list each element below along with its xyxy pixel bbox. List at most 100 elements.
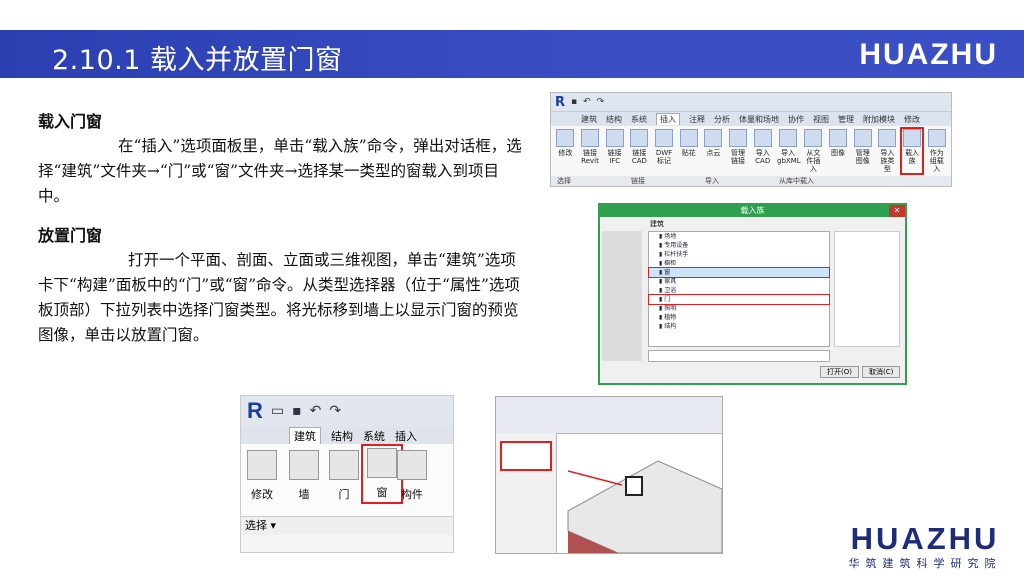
places-bar — [602, 231, 642, 361]
revit-logo-icon: R — [555, 94, 566, 110]
ribbon-button: 贴花 — [678, 129, 699, 173]
ribbon-tab: 分析 — [714, 114, 730, 124]
ribbon-tab: 建筑 — [581, 114, 597, 124]
preview-pane — [834, 231, 900, 347]
ribbon-button-label: 链接IFC — [607, 149, 622, 165]
ribbon-button-label: 贴花 — [681, 149, 696, 157]
ribbon-button-label: 载入族 — [905, 149, 920, 165]
file-list: ▮ 场地 ▮ 专用设备 ▮ 栏杆扶手 ▮ 橱柜 ▮ 窗 ▮ 家具 ▮ 卫浴 ▮ 门 ▮ 照明 ▮ … — [648, 231, 830, 347]
ribbon-button-icon — [655, 129, 674, 147]
ribbon-tab: 建筑 — [289, 427, 321, 444]
ribbon-button: 导入族类型 — [877, 129, 898, 173]
ribbon-tab: 系统 — [363, 430, 385, 443]
ribbon-tab: 结构 — [606, 114, 622, 124]
ribbon-button: 墙 — [289, 450, 319, 502]
ribbon-button-label: 点云 — [706, 149, 721, 157]
ribbon-button-icon — [367, 448, 397, 478]
ribbon-button-icon — [581, 129, 599, 147]
ribbon-button-icon — [804, 129, 823, 147]
ribbon-tab: 插入 — [395, 430, 417, 443]
load-family-dialog-screenshot: 载入族 ✕ 建筑 ▮ 场地 ▮ 专用设备 ▮ 栏杆扶手 ▮ 橱柜 ▮ 窗 ▮ 家具 ▮ 卫浴… — [598, 203, 907, 385]
ribbon-button-label: 图像 — [831, 149, 846, 157]
ribbon-button-icon — [927, 129, 946, 147]
ribbon-button: 载入族 — [899, 127, 925, 175]
ribbon-button-label: 作为组载入 — [929, 149, 944, 173]
ribbon-button-icon — [289, 450, 319, 480]
ribbon-button-icon — [247, 450, 277, 480]
ribbon-button-label: 导入CAD — [755, 149, 771, 165]
section-body: 打开一个平面、剖面、立面或三维视图，单击“建筑”选项卡下“构建”面板中的“门”或… — [38, 251, 520, 344]
ribbon-button-icon — [605, 129, 624, 147]
dialog-title: 载入族 ✕ — [600, 205, 905, 217]
title-bar: 2.10.1 载入并放置门窗 HUAZHU — [0, 30, 1024, 78]
ribbon-button-icon — [829, 129, 848, 147]
page-title: 2.10.1 载入并放置门窗 — [52, 45, 343, 76]
ribbon-tab: 注释 — [689, 114, 705, 124]
ribbon-button: 修改 — [555, 129, 576, 173]
ribbon-button-icon — [679, 129, 698, 147]
select-label: 选择 — [245, 519, 267, 532]
ribbon-button-label: 从文件插入 — [806, 149, 821, 173]
wall-3d-view — [567, 460, 722, 553]
ribbon-group-label: 从库中载入 — [779, 177, 814, 185]
file-name-input — [648, 350, 830, 362]
ribbon-button: 作为组载入 — [926, 129, 947, 173]
ribbon-button-icon — [329, 450, 359, 480]
ribbon-button-icon — [397, 450, 427, 480]
ribbon-button-icon — [878, 129, 897, 147]
ribbon-button-label: DWF标记 — [655, 149, 673, 165]
architecture-ribbon-screenshot: R ▭ ▪ ↶ ↷ 建筑 结构 系统 插入 修改 墙 门 窗构件 选择 ▾ — [240, 395, 454, 553]
redo-icon: ↷ — [329, 403, 342, 419]
ribbon-button: 管理链接 — [728, 129, 749, 173]
folder-item: ▮ 门 — [648, 294, 830, 305]
undo-icon: ↶ — [309, 403, 322, 419]
ribbon-button-label: 导入gbXML — [777, 149, 801, 165]
ribbon-tab: 视图 — [813, 114, 829, 124]
footer-logo-word: HUAZHU — [850, 521, 1000, 556]
3d-view-screenshot — [495, 396, 723, 554]
ribbon-tab: 结构 — [331, 430, 353, 443]
folder-item: ▮ 照明 — [659, 305, 677, 312]
ribbon-tabs: 建筑 结构 系统 插入 注释 分析 体量和场地 协作 视图 管理 附加模块 修改 — [551, 112, 951, 126]
quick-access-toolbar: R ▭ ▪ ↶ ↷ — [241, 396, 453, 426]
ribbon-button-label: 构件 — [401, 488, 423, 501]
ribbon-tab: 系统 — [631, 114, 647, 124]
ribbon-button: 窗 — [361, 444, 403, 504]
ribbon-button-label: 修改 — [558, 149, 573, 157]
ribbon-button-icon — [753, 129, 772, 147]
ribbon-tab: 插入 — [656, 113, 680, 125]
ribbon-tab: 体量和场地 — [739, 114, 779, 124]
ribbon-button: 构件 — [397, 450, 427, 502]
ribbon-button: 导入gbXML — [777, 129, 801, 173]
open-icon: ▭ — [270, 403, 285, 419]
ribbon-button: 图像 — [828, 129, 849, 173]
ribbon-button: 链接Revit — [580, 129, 601, 173]
ribbon-button: DWF标记 — [654, 129, 675, 173]
ribbon-button: 管理图像 — [852, 129, 873, 173]
insert-ribbon-screenshot: R ▪ ↶ ↷ 建筑 结构 系统 插入 注释 分析 体量和场地 协作 视图 管理 附加模块 修改 修改… — [550, 92, 952, 187]
folder-item: ▮ 专用设备 — [659, 242, 689, 249]
brand-logo: HUAZHU — [859, 38, 998, 71]
ribbon-button-icon — [779, 129, 798, 147]
ribbon-group-label: 导入 — [705, 177, 719, 185]
ribbon-button-label: 修改 — [251, 488, 273, 501]
ribbon-button-label: 链接CAD — [631, 149, 647, 165]
ribbon-button-label: 门 — [338, 488, 350, 501]
ribbon-tab: 附加模块 — [863, 114, 895, 124]
section-title: 载入门窗 — [38, 112, 103, 131]
ribbon-button-label: 墙 — [298, 488, 310, 501]
folder-item: ▮ 家具 — [659, 278, 677, 285]
ribbon-button: 修改 — [247, 450, 277, 502]
ribbon-button-icon — [704, 129, 723, 147]
ribbon-button: 点云 — [703, 129, 724, 173]
ribbon-button-label: 导入族类型 — [880, 149, 895, 173]
ribbon-button: 导入CAD — [752, 129, 773, 173]
ribbon-button-icon — [630, 129, 649, 147]
folder-item: ▮ 橱柜 — [659, 260, 677, 267]
folder-item: ▮ 结构 — [659, 323, 677, 330]
window-preview — [625, 476, 643, 496]
folder-item: ▮ 栏杆扶手 — [659, 251, 689, 258]
undo-icon: ↶ — [583, 97, 591, 107]
save-icon: ▪ — [292, 403, 302, 419]
folder-item: ▮ 场地 — [659, 233, 677, 240]
